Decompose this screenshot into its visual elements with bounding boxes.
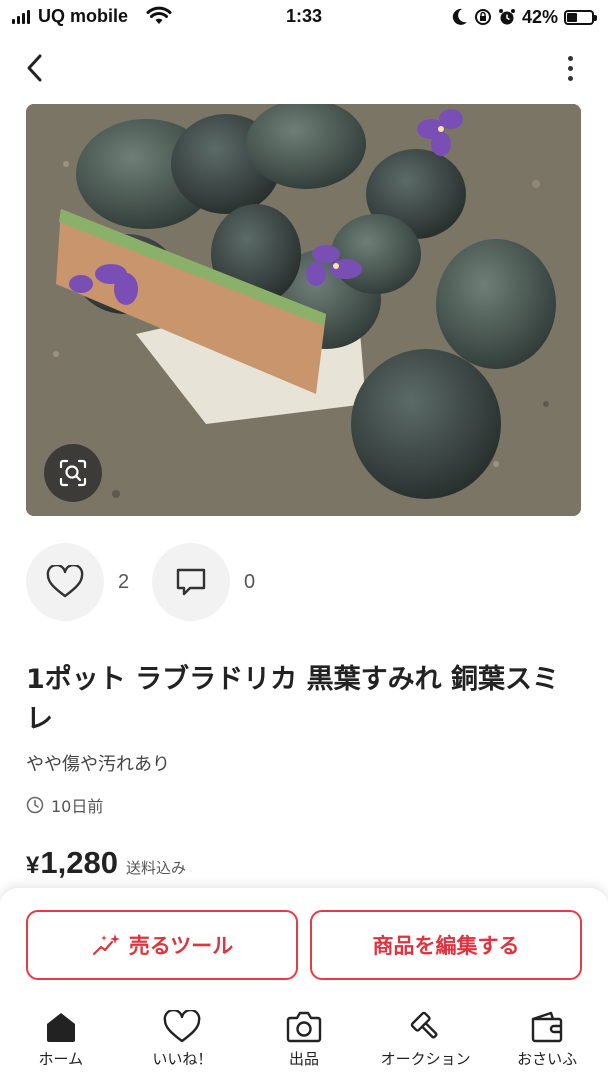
edit-item-label: 商品を編集する xyxy=(372,934,520,958)
tab-home-label: ホーム xyxy=(38,1050,84,1068)
moon-icon xyxy=(452,8,467,25)
seller-action-bar: 売るツール 商品を編集する xyxy=(0,888,608,998)
tab-wallet-label: おさいふ xyxy=(517,1050,578,1068)
action-row: 2 0 xyxy=(26,543,278,621)
comment-count: 0 xyxy=(244,570,256,593)
tab-auction[interactable]: オークション xyxy=(365,998,487,1080)
item-condition: やや傷や汚れあり xyxy=(26,754,170,775)
violet-plant-photo xyxy=(26,104,581,516)
chevron-left-icon xyxy=(27,54,42,82)
gavel-icon xyxy=(410,1011,438,1039)
item-title: 1ポット ラブラドリカ 黒葉すみれ 銅葉スミレ xyxy=(26,664,559,735)
sparkle-trend-icon xyxy=(92,934,120,956)
camera-icon xyxy=(286,1011,322,1043)
wallet-icon xyxy=(531,1011,563,1043)
sell-tool-label: 売るツール xyxy=(128,934,234,958)
price: ¥1,280 xyxy=(26,845,118,881)
tab-listing-label: 出品 xyxy=(288,1050,319,1068)
price-row: ¥1,280 送料込み xyxy=(26,845,186,881)
lens-search-icon xyxy=(59,459,87,487)
status-bar: UQ mobile 1:33 42% xyxy=(0,0,608,34)
posted-time-label: 10日前 xyxy=(51,797,104,816)
tab-listing[interactable]: 出品 xyxy=(243,998,365,1080)
comment-icon xyxy=(176,568,206,596)
tab-likes[interactable]: いいね！ xyxy=(122,998,244,1080)
heart-icon xyxy=(46,565,84,598)
more-options-button[interactable] xyxy=(560,52,580,84)
battery-icon xyxy=(564,9,597,25)
rotation-lock-icon xyxy=(474,9,491,25)
like-button[interactable] xyxy=(26,543,104,621)
back-button[interactable] xyxy=(18,50,50,86)
like-count: 2 xyxy=(118,570,130,593)
posted-time: 10日前 xyxy=(26,793,103,817)
price-value: 1,280 xyxy=(40,845,118,880)
heart-icon xyxy=(164,1010,201,1043)
comment-button[interactable] xyxy=(152,543,230,621)
tab-home[interactable]: ホーム xyxy=(0,998,122,1080)
edit-item-button[interactable]: 商品を編集する xyxy=(310,910,582,980)
tab-likes-label: いいね！ xyxy=(152,1050,213,1068)
tab-auction-label: オークション xyxy=(380,1050,471,1068)
tab-wallet[interactable]: おさいふ xyxy=(486,998,608,1080)
alarm-icon xyxy=(498,9,515,25)
clock-icon xyxy=(26,796,44,814)
battery-percent: 42% xyxy=(521,6,558,27)
currency-symbol: ¥ xyxy=(26,852,40,879)
product-image[interactable] xyxy=(26,104,581,516)
sell-tool-button[interactable]: 売るツール xyxy=(26,910,298,980)
lens-search-button[interactable] xyxy=(44,444,102,502)
tab-bar: ホーム いいね！ 出品 オークション おさいふ xyxy=(0,998,608,1080)
home-icon xyxy=(46,1013,75,1042)
shipping-note: 送料込み xyxy=(125,859,186,877)
